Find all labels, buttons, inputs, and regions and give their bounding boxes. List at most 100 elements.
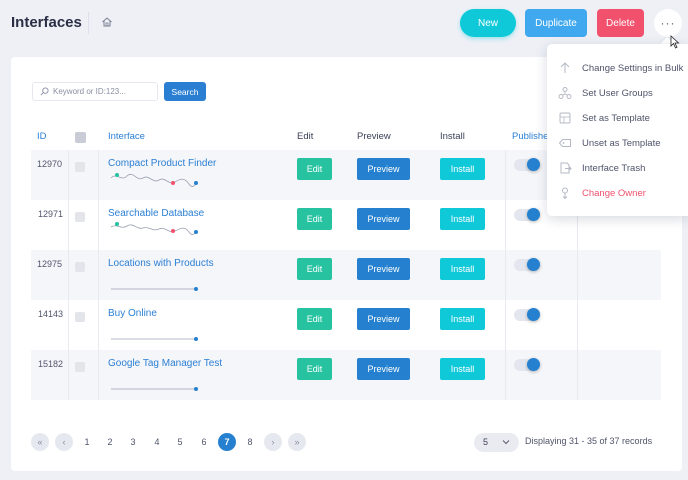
menu-item-set-as-template[interactable]: Set as Template xyxy=(547,109,688,129)
row-id: 12971 xyxy=(38,209,64,219)
more-options-menu: Change Settings in Bulk Set User Groups … xyxy=(547,44,688,216)
interface-link[interactable]: Searchable Database xyxy=(108,208,204,219)
delete-button[interactable]: Delete xyxy=(597,9,644,37)
page-button[interactable]: 5 xyxy=(171,433,189,451)
install-button[interactable]: Install xyxy=(440,258,485,280)
activity-sparkline xyxy=(110,173,198,187)
per-page-select[interactable]: 5 xyxy=(474,433,519,452)
install-button[interactable]: Install xyxy=(440,358,485,380)
page-button[interactable]: 3 xyxy=(124,433,142,451)
row-id: 14143 xyxy=(38,309,64,319)
arrow-up-icon xyxy=(560,62,570,73)
new-button[interactable]: New xyxy=(460,9,516,37)
edit-button[interactable]: Edit xyxy=(297,258,332,280)
menu-item-change-settings-bulk[interactable]: Change Settings in Bulk xyxy=(547,59,688,79)
first-page-button[interactable]: « xyxy=(31,433,49,451)
activity-sparkline xyxy=(111,287,198,291)
table-row: 15182 Google Tag Manager Test Edit Previ… xyxy=(31,350,661,400)
published-toggle[interactable] xyxy=(514,258,540,271)
row-id: 12975 xyxy=(37,259,63,269)
menu-item-label: Set as Template xyxy=(582,113,650,124)
home-icon[interactable] xyxy=(101,16,113,28)
toggle-knob xyxy=(527,208,540,221)
row-checkbox[interactable] xyxy=(75,162,85,172)
menu-item-label: Set User Groups xyxy=(582,88,653,99)
table-row: 14143 Buy Online Edit Preview Install xyxy=(31,300,661,350)
preview-button[interactable]: Preview xyxy=(357,208,410,230)
toggle-knob xyxy=(527,308,540,321)
edit-button[interactable]: Edit xyxy=(297,208,332,230)
menu-item-label: Change Settings in Bulk xyxy=(582,63,684,74)
toggle-knob xyxy=(527,258,540,271)
menu-item-label: Interface Trash xyxy=(582,163,646,174)
activity-sparkline xyxy=(111,387,198,391)
menu-item-interface-trash[interactable]: Interface Trash xyxy=(547,159,688,179)
install-button[interactable]: Install xyxy=(440,158,485,180)
per-page-value: 5 xyxy=(483,437,489,447)
preview-button[interactable]: Preview xyxy=(357,358,410,380)
row-checkbox[interactable] xyxy=(75,212,85,222)
owner-icon xyxy=(562,187,568,200)
install-button[interactable]: Install xyxy=(440,208,485,230)
interface-link[interactable]: Buy Online xyxy=(108,308,157,319)
published-toggle[interactable] xyxy=(514,358,540,371)
edit-button[interactable]: Edit xyxy=(297,358,332,380)
row-id: 15182 xyxy=(38,359,64,369)
column-header-install: Install xyxy=(440,131,465,142)
column-divider xyxy=(505,150,506,400)
page-title: Interfaces xyxy=(11,14,82,31)
published-toggle[interactable] xyxy=(514,308,540,321)
menu-item-unset-as-template[interactable]: Unset as Template xyxy=(547,134,688,154)
interface-link[interactable]: Google Tag Manager Test xyxy=(108,358,222,369)
row-checkbox[interactable] xyxy=(75,312,85,322)
preview-button[interactable]: Preview xyxy=(357,158,410,180)
column-header-interface[interactable]: Interface xyxy=(108,131,145,142)
preview-button[interactable]: Preview xyxy=(357,258,410,280)
search-button[interactable]: Search xyxy=(164,82,206,101)
column-header-edit: Edit xyxy=(297,131,314,142)
table-row: 12975 Locations with Products Edit Previ… xyxy=(31,250,661,300)
toggle-knob xyxy=(527,158,540,171)
page-button[interactable]: 6 xyxy=(195,433,213,451)
edit-button[interactable]: Edit xyxy=(297,158,332,180)
mouse-cursor-icon xyxy=(670,35,680,49)
template-icon xyxy=(559,112,571,124)
preview-button[interactable]: Preview xyxy=(357,308,410,330)
duplicate-button[interactable]: Duplicate xyxy=(525,9,587,37)
interface-link[interactable]: Compact Product Finder xyxy=(108,158,216,169)
menu-item-set-user-groups[interactable]: Set User Groups xyxy=(547,84,688,104)
activity-sparkline xyxy=(110,222,198,236)
more-options-button[interactable]: ··· xyxy=(654,9,682,37)
last-page-button[interactable]: » xyxy=(288,433,306,451)
prev-page-button[interactable]: ‹ xyxy=(55,433,73,451)
install-button[interactable]: Install xyxy=(440,308,485,330)
user-groups-icon xyxy=(558,87,572,99)
column-header-id[interactable]: ID xyxy=(37,131,47,142)
search-icon xyxy=(40,87,49,96)
edit-button[interactable]: Edit xyxy=(297,308,332,330)
page-button[interactable]: 1 xyxy=(78,433,96,451)
row-id: 12970 xyxy=(37,159,63,169)
toggle-knob xyxy=(527,358,540,371)
records-summary: Displaying 31 - 35 of 37 records xyxy=(525,436,653,446)
published-toggle[interactable] xyxy=(514,208,540,221)
search-box[interactable] xyxy=(32,82,158,101)
next-page-button[interactable]: › xyxy=(264,433,282,451)
page-button[interactable]: 4 xyxy=(148,433,166,451)
published-toggle[interactable] xyxy=(514,158,540,171)
interface-link[interactable]: Locations with Products xyxy=(108,258,214,269)
title-divider xyxy=(88,12,89,34)
select-all-checkbox[interactable] xyxy=(75,132,86,143)
menu-item-label: Change Owner xyxy=(582,188,646,199)
page-button[interactable]: 8 xyxy=(241,433,259,451)
page-button[interactable]: 2 xyxy=(101,433,119,451)
column-divider xyxy=(98,150,99,400)
row-checkbox[interactable] xyxy=(75,362,85,372)
chevron-down-icon xyxy=(502,440,510,445)
row-checkbox[interactable] xyxy=(75,262,85,272)
menu-item-label: Unset as Template xyxy=(582,138,661,149)
search-input[interactable] xyxy=(53,85,153,98)
menu-item-change-owner[interactable]: Change Owner xyxy=(547,184,688,204)
current-page-button[interactable]: 7 xyxy=(218,433,236,451)
trash-icon xyxy=(560,162,572,174)
